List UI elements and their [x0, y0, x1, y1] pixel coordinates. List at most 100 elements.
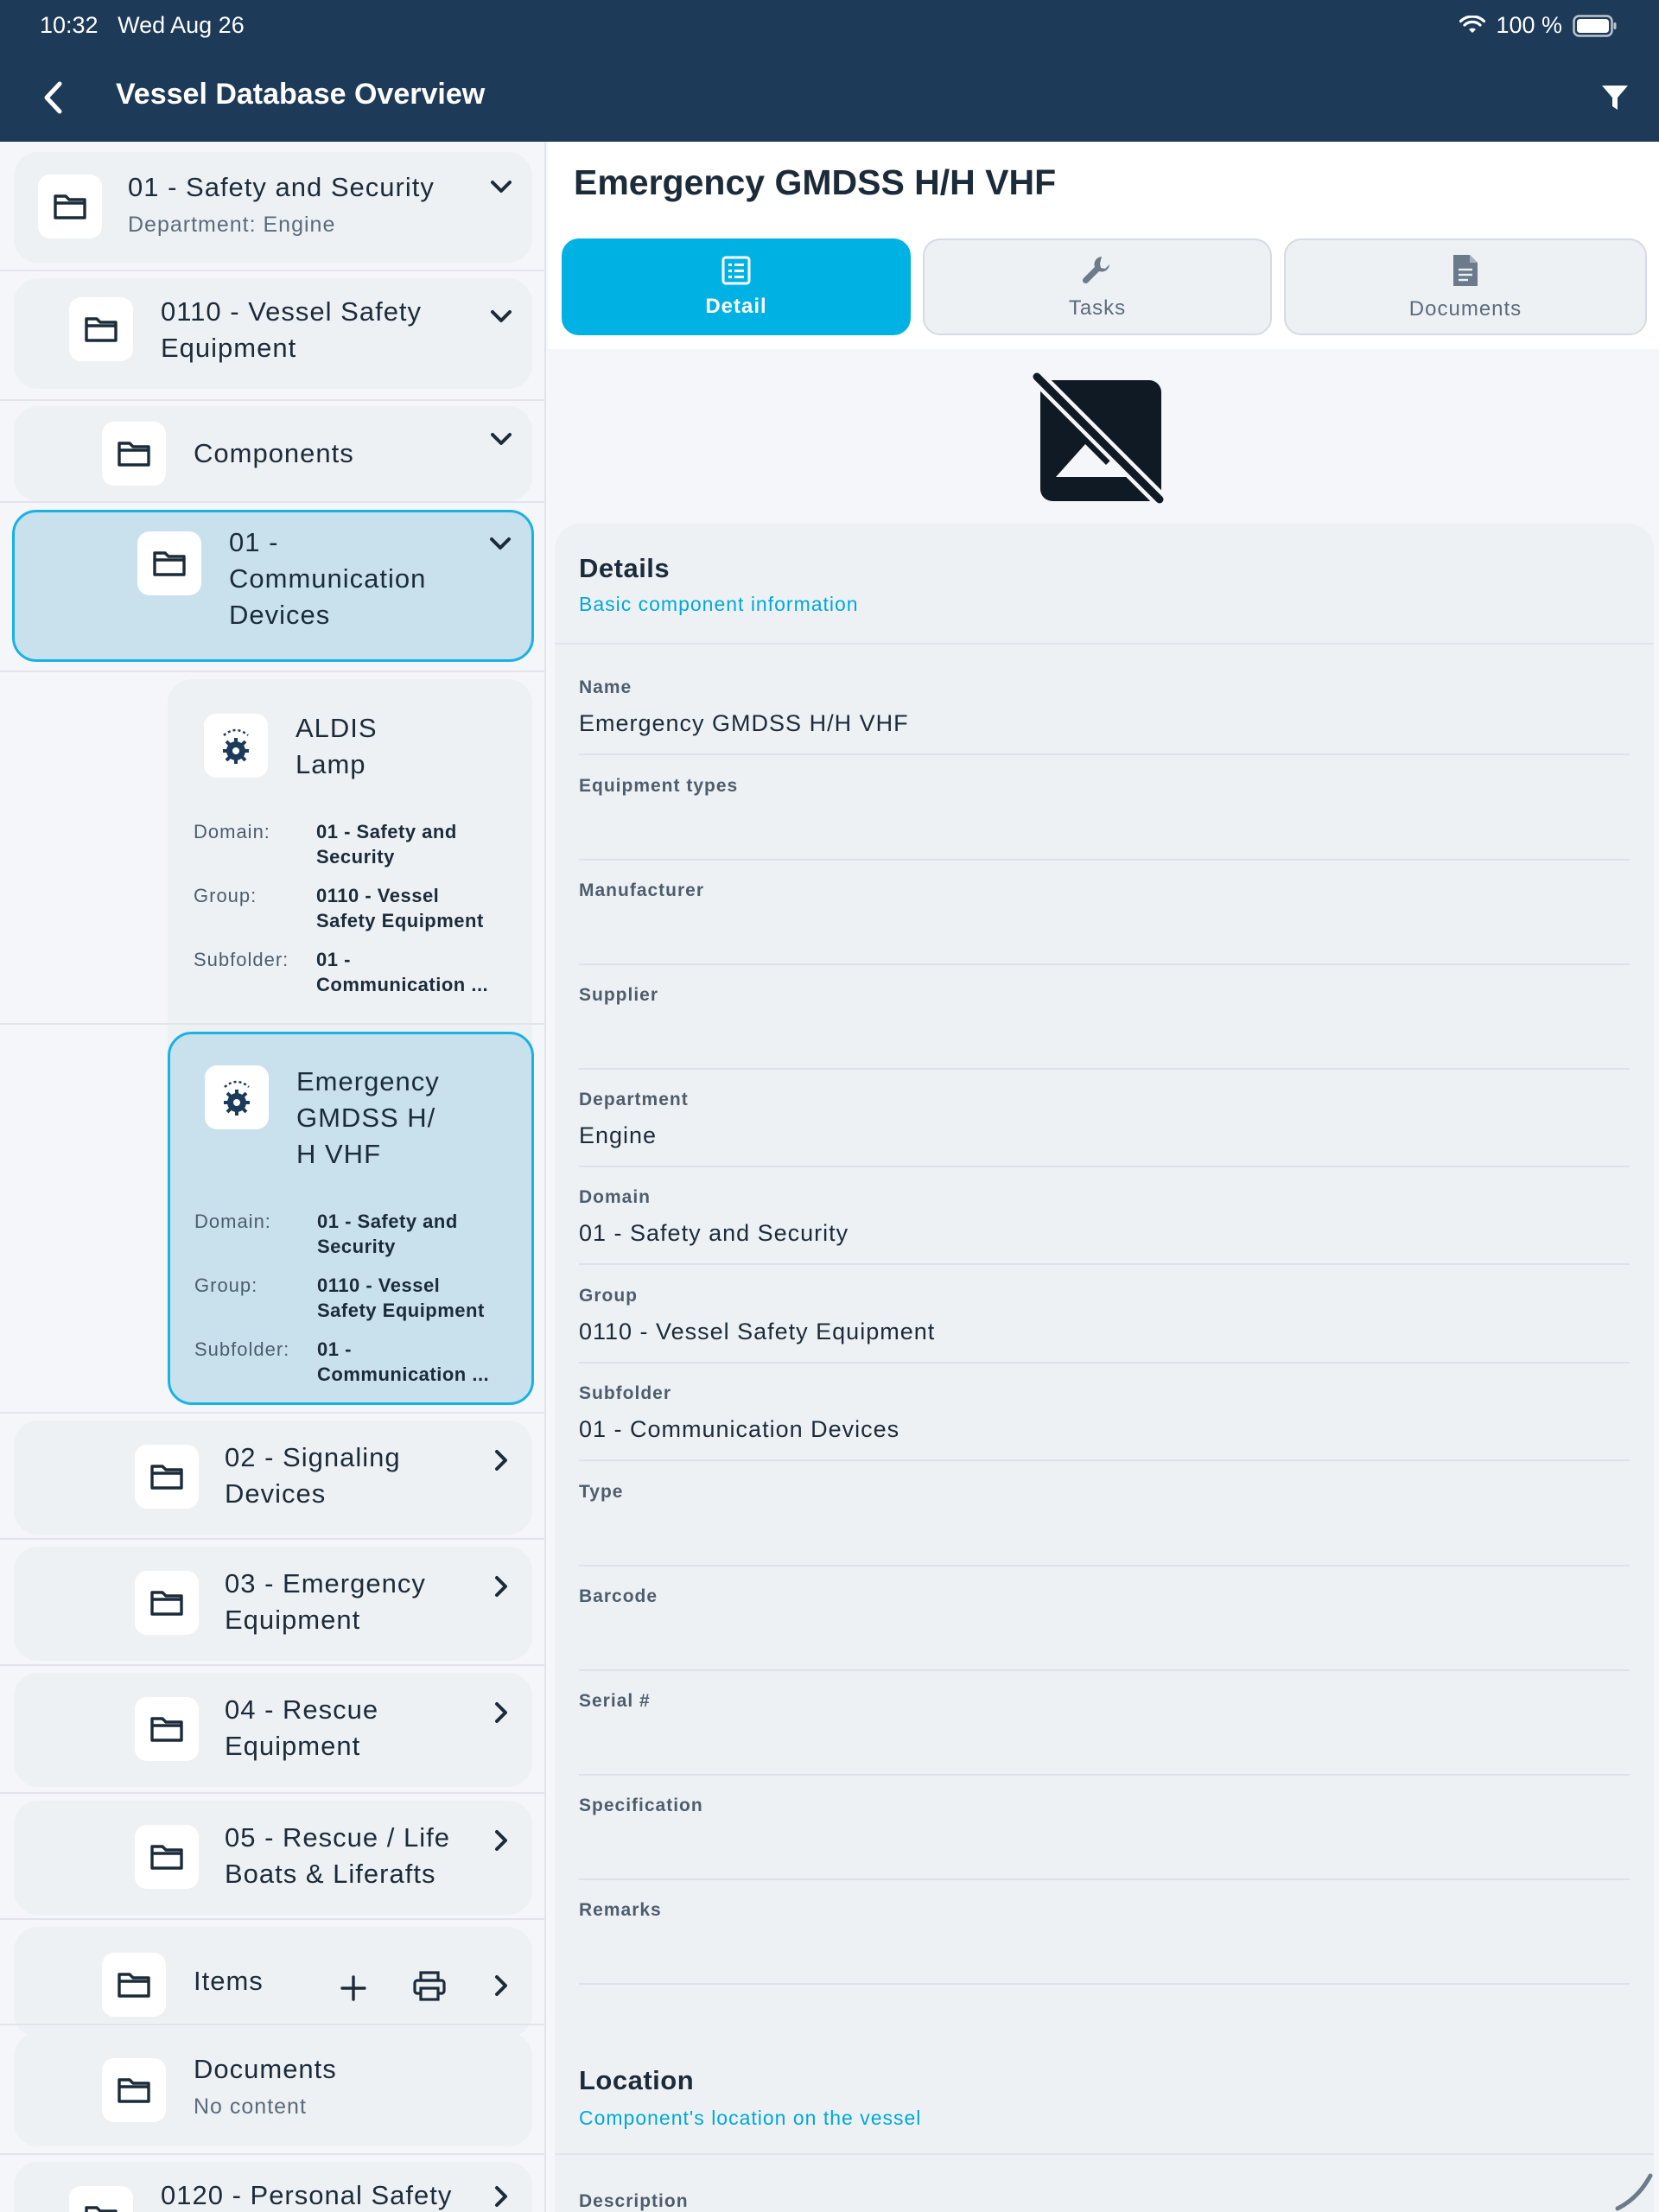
- printer-icon: [413, 1971, 446, 2001]
- tree-subfolder-line3: Devices: [229, 600, 331, 630]
- divider: [0, 399, 544, 401]
- details-card: Details Basic component information Name…: [555, 524, 1654, 2153]
- chevron-down-icon[interactable]: [485, 528, 516, 559]
- tree-documents-node[interactable]: Documents No content: [14, 2032, 532, 2146]
- group-value-line2: Safety Equipment: [317, 1300, 485, 1321]
- field-group: Group 0110 - Vessel Safety Equipment: [579, 1286, 1630, 1363]
- field-supplier: Supplier: [579, 985, 1630, 1070]
- equipment-card-aldis[interactable]: ALDIS Lamp Domain: 01 - Safety and Securi…: [168, 679, 532, 1025]
- add-item-button[interactable]: [332, 1967, 375, 2010]
- field-manufacturer: Manufacturer: [579, 880, 1630, 965]
- resize-handle-icon[interactable]: [1612, 2172, 1654, 2212]
- label-line2: Boats & Liferafts: [225, 1859, 436, 1889]
- location-card: Location Component's location on the ves…: [555, 2034, 1654, 2212]
- equipment-domain-row: Domain: 01 - Safety and Security: [194, 819, 522, 871]
- divider: [0, 1023, 544, 1025]
- chevron-down-icon[interactable]: [486, 171, 517, 202]
- field-label: Barcode: [579, 1586, 658, 1606]
- subfolder-value-line1: 01 -: [317, 1338, 352, 1360]
- equipment-card-gmdss-selected[interactable]: Emergency GMDSS H/ H VHF Domain: 01 - Sa…: [168, 1032, 534, 1405]
- group-key: Group:: [194, 1274, 258, 1296]
- tree-subfolder-lifeboats[interactable]: 05 - Rescue / Life Boats & Liferafts: [14, 1801, 532, 1915]
- equipment-name-line1: Emergency: [296, 1066, 440, 1096]
- chevron-down-icon[interactable]: [486, 423, 517, 454]
- no-image-icon: [1028, 368, 1166, 506]
- chevron-right-icon[interactable]: [486, 1697, 517, 1728]
- field-label: Type: [579, 1482, 624, 1502]
- subfolder-value-line2: Communication ...: [316, 974, 489, 995]
- divider: [0, 1412, 544, 1414]
- folder-icon: [135, 1697, 199, 1761]
- group-value-line1: 0110 - Vessel: [317, 1274, 441, 1296]
- equipment-name-line2: GMDSS H/: [296, 1103, 436, 1133]
- tree-subfolder-node-selected[interactable]: 01 - Communication Devices: [12, 510, 534, 662]
- chevron-right-icon[interactable]: [486, 1825, 517, 1856]
- page-title: Vessel Database Overview: [116, 78, 486, 111]
- tree-subfolder-label: 04 - Rescue Equipment: [225, 1692, 378, 1764]
- folder-icon: [102, 422, 166, 486]
- domain-value: 01 - Safety and Security: [317, 1209, 507, 1259]
- equipment-gear-icon: [204, 714, 268, 778]
- location-card-subtitle: Component's location on the vessel: [579, 2107, 922, 2129]
- folder-icon: [102, 1953, 166, 2017]
- field-name: Name Emergency GMDSS H/H VHF: [579, 677, 1630, 755]
- chevron-left-icon: [44, 81, 62, 114]
- folder-icon: [69, 297, 133, 361]
- folder-icon: [38, 175, 102, 238]
- divider: [0, 1538, 544, 1540]
- tree-domain-node[interactable]: 01 - Safety and Security Department: Eng…: [14, 152, 532, 263]
- tree-items-node[interactable]: Items: [14, 1927, 532, 2037]
- tree-group-line1: 0110 - Vessel Safety: [161, 296, 423, 327]
- folder-icon: [135, 1825, 199, 1889]
- field-label: Manufacturer: [579, 880, 705, 900]
- divider: [0, 1918, 544, 1920]
- group-value: 0110 - Vessel Safety Equipment: [317, 1273, 507, 1323]
- tree-subfolder-label: 05 - Rescue / Life Boats & Liferafts: [225, 1820, 450, 1892]
- field-barcode: Barcode: [579, 1586, 1630, 1671]
- tree-subfolder-label: 03 - Emergency Equipment: [225, 1566, 426, 1638]
- folder-icon: [135, 1445, 199, 1509]
- location-card-title: Location: [579, 2065, 695, 2095]
- tree-group-personal-safety[interactable]: 0120 - Personal Safety: [14, 2162, 532, 2212]
- equipment-gear-icon: [205, 1065, 269, 1129]
- subfolder-value-line1: 01 -: [316, 949, 351, 970]
- tab-detail[interactable]: Detail: [562, 238, 911, 335]
- chevron-right-icon[interactable]: [486, 1970, 517, 2001]
- equipment-subfolder-row: Subfolder: 01 - Communication ...: [194, 947, 522, 999]
- clock: 10:32: [40, 12, 99, 38]
- tab-tasks-label: Tasks: [1068, 296, 1127, 320]
- field-label: Department: [579, 1090, 689, 1109]
- divider: [0, 1664, 544, 1666]
- label-line1: 03 - Emergency: [225, 1568, 426, 1599]
- tree-subfolder-emergency[interactable]: 03 - Emergency Equipment: [14, 1547, 532, 1661]
- tab-documents[interactable]: Documents: [1284, 238, 1647, 335]
- tree-subfolder-label: 02 - Signaling Devices: [225, 1440, 401, 1512]
- group-value-line1: 0110 - Vessel: [316, 885, 440, 906]
- chevron-right-icon[interactable]: [486, 1571, 517, 1602]
- subfolder-key: Subfolder:: [194, 1338, 290, 1360]
- divider: [0, 501, 544, 503]
- chevron-right-icon[interactable]: [486, 1445, 517, 1476]
- wifi-icon: [1459, 15, 1486, 33]
- equipment-domain-row: Domain: 01 - Safety and Security: [194, 1209, 523, 1261]
- field-label: Specification: [579, 1796, 703, 1815]
- details-card-title: Details: [579, 553, 671, 583]
- filter-button[interactable]: [1593, 76, 1637, 119]
- field-description-label: Description: [579, 2191, 689, 2211]
- print-button[interactable]: [408, 1965, 451, 2008]
- equipment-name: ALDIS Lamp: [296, 710, 378, 783]
- label-line2: Equipment: [225, 1605, 361, 1635]
- chevron-right-icon[interactable]: [486, 2181, 517, 2212]
- tree-components-node[interactable]: Components: [14, 406, 532, 501]
- tree-items-label: Items: [194, 1966, 264, 1996]
- chevron-down-icon[interactable]: [486, 301, 517, 332]
- group-value: 0110 - Vessel Safety Equipment: [316, 883, 506, 933]
- tab-tasks[interactable]: Tasks: [923, 238, 1272, 335]
- divider: [555, 643, 1654, 645]
- back-button[interactable]: [29, 74, 76, 121]
- tree-panel: 01 - Safety and Security Department: Eng…: [0, 142, 546, 2212]
- tree-subfolder-signaling[interactable]: 02 - Signaling Devices: [14, 1421, 532, 1535]
- label-line1: 05 - Rescue / Life: [225, 1822, 450, 1853]
- tree-group-node[interactable]: 0110 - Vessel Safety Equipment: [14, 278, 532, 389]
- tree-subfolder-rescue[interactable]: 04 - Rescue Equipment: [14, 1673, 532, 1787]
